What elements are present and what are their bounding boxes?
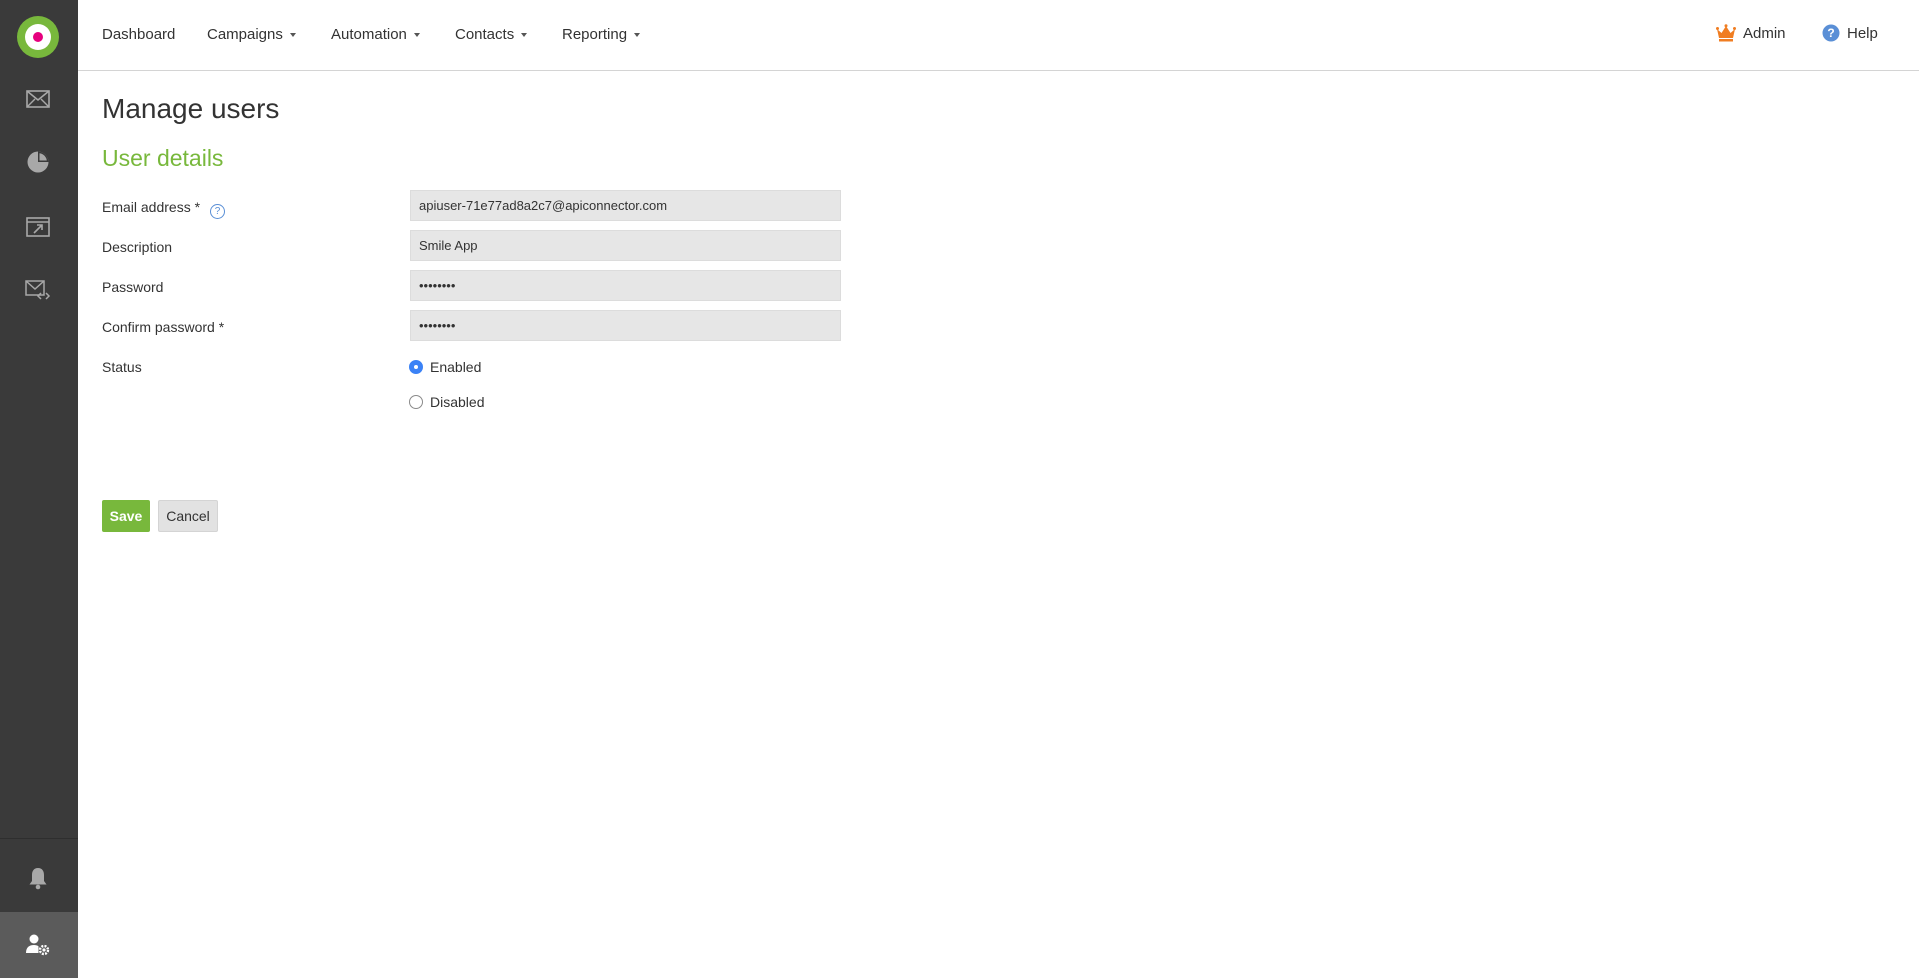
help-link[interactable]: ? Help bbox=[1822, 24, 1878, 42]
help-icon[interactable]: ? bbox=[210, 204, 226, 219]
nav-contacts[interactable]: Contacts bbox=[455, 26, 528, 43]
pie-chart-icon[interactable] bbox=[24, 148, 52, 176]
status-enabled-radio[interactable] bbox=[409, 360, 423, 374]
email-label: Email address * bbox=[102, 199, 201, 215]
nav-dashboard[interactable]: Dashboard bbox=[102, 26, 175, 43]
svg-text:?: ? bbox=[1827, 26, 1834, 40]
status-enabled-label: Enabled bbox=[430, 359, 482, 375]
user-settings-icon[interactable] bbox=[24, 931, 52, 959]
sidebar-divider bbox=[0, 838, 78, 839]
email-field[interactable] bbox=[410, 190, 841, 221]
description-label: Description bbox=[102, 239, 173, 255]
chevron-down-icon bbox=[413, 33, 420, 37]
status-disabled-option[interactable]: Disabled bbox=[409, 394, 484, 410]
admin-label: Admin bbox=[1743, 24, 1786, 42]
help-label: Help bbox=[1847, 24, 1878, 42]
mail-icon[interactable] bbox=[24, 85, 52, 113]
confirm-password-field[interactable] bbox=[410, 310, 841, 341]
left-sidebar bbox=[0, 0, 78, 978]
status-label: Status bbox=[102, 359, 142, 375]
email-label-row: Email address *? bbox=[102, 199, 226, 219]
sidebar-active-item[interactable] bbox=[0, 912, 78, 978]
nav-automation-label: Automation bbox=[331, 26, 407, 43]
confirm-password-label: Confirm password * bbox=[102, 319, 225, 335]
nav-dashboard-label: Dashboard bbox=[102, 26, 176, 43]
logo-ring bbox=[25, 24, 51, 50]
top-navbar: Dashboard Campaigns Automation Contacts … bbox=[78, 0, 1919, 71]
help-circle-icon: ? bbox=[1822, 24, 1840, 42]
save-button[interactable]: Save bbox=[102, 500, 150, 532]
transactional-email-icon[interactable] bbox=[24, 276, 52, 304]
chevron-down-icon bbox=[289, 33, 296, 37]
logo[interactable] bbox=[17, 16, 59, 58]
nav-campaigns-label: Campaigns bbox=[207, 26, 283, 43]
page-title: Manage users bbox=[102, 93, 280, 124]
crown-icon bbox=[1716, 24, 1736, 42]
calendar-icon[interactable] bbox=[24, 212, 52, 240]
nav-reporting[interactable]: Reporting bbox=[562, 26, 641, 43]
nav-automation[interactable]: Automation bbox=[331, 26, 420, 43]
admin-link[interactable]: Admin bbox=[1716, 24, 1786, 42]
cancel-button[interactable]: Cancel bbox=[158, 500, 218, 532]
nav-campaigns[interactable]: Campaigns bbox=[207, 26, 296, 43]
status-disabled-radio[interactable] bbox=[409, 395, 423, 409]
status-disabled-label: Disabled bbox=[430, 394, 485, 410]
bell-icon[interactable] bbox=[24, 864, 52, 892]
nav-contacts-label: Contacts bbox=[455, 26, 515, 43]
status-enabled-option[interactable]: Enabled bbox=[409, 359, 481, 375]
logo-dot bbox=[33, 32, 43, 42]
password-field[interactable] bbox=[410, 270, 841, 301]
password-label: Password bbox=[102, 279, 164, 295]
chevron-down-icon bbox=[634, 33, 641, 37]
description-field[interactable] bbox=[410, 230, 841, 261]
chevron-down-icon bbox=[521, 33, 528, 37]
section-title: User details bbox=[102, 145, 224, 171]
nav-reporting-label: Reporting bbox=[562, 26, 628, 43]
